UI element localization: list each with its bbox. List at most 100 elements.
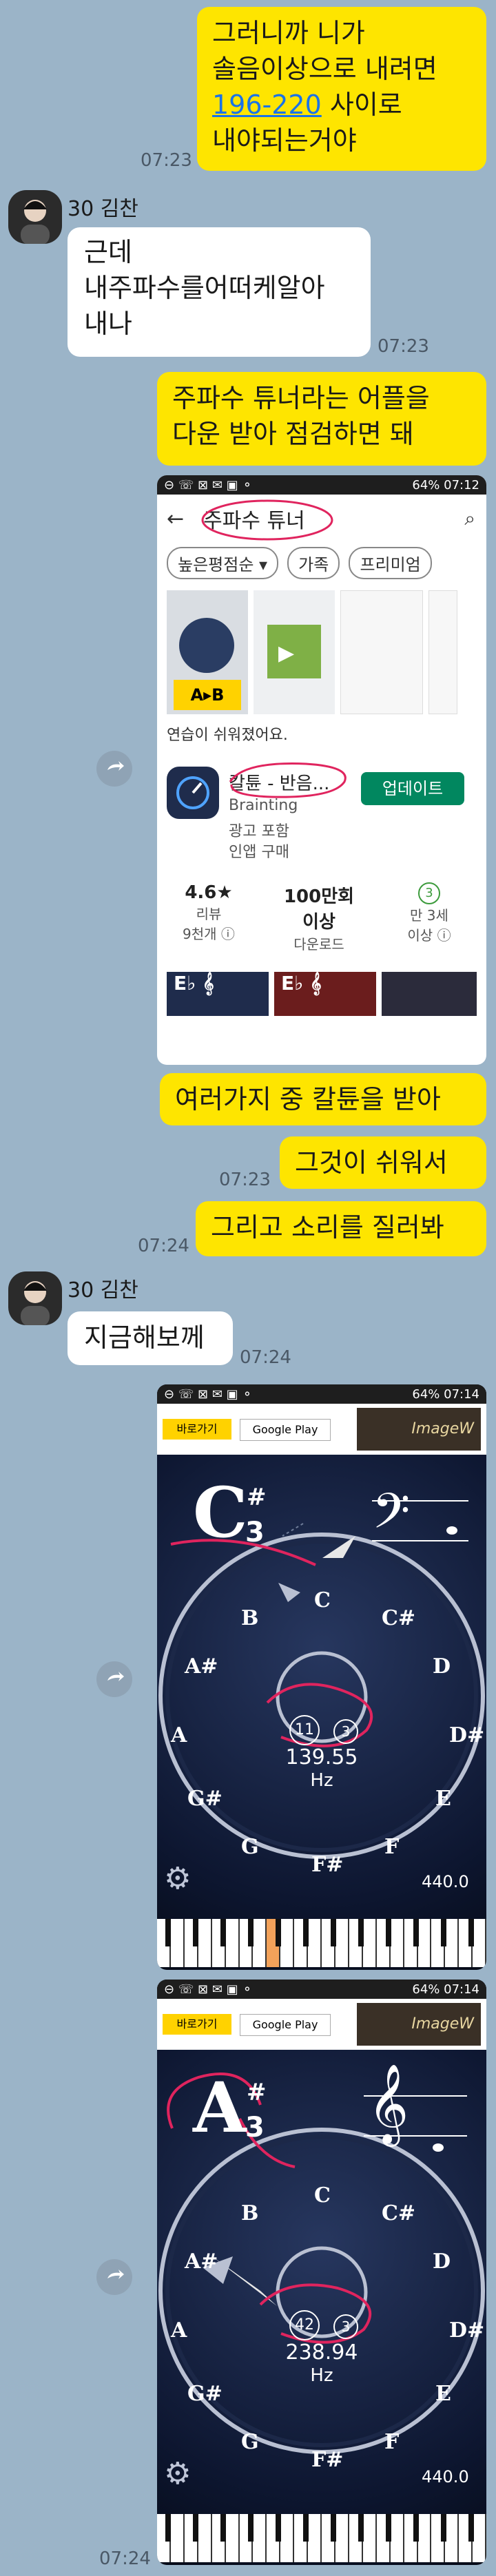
status-bar: ⊖ ☏ ⊠ ✉ ▣ ⚬ 64% 07:14	[157, 1384, 486, 1404]
note-sharp: #	[247, 1484, 267, 1511]
message-bubble-outgoing[interactable]: 그것이 쉬워서	[280, 1136, 486, 1189]
dial-label-d: D	[433, 1654, 451, 1679]
piano-black-keys	[157, 1919, 486, 1946]
message-text: 그것이 쉬워서	[295, 1147, 448, 1178]
dial-label-f-sharp: F#	[311, 1853, 344, 1877]
staff-lines	[372, 1500, 468, 1541]
dial-label-a-sharp: A#	[185, 1654, 218, 1679]
dial-label-c: C	[314, 2183, 331, 2208]
message-text-line: 196-220 사이로	[212, 87, 471, 123]
frequency-readout: 139.55	[285, 1745, 358, 1769]
notification-icons: ⊖ ☏ ⊠ ✉ ▣ ⚬	[164, 1386, 253, 1402]
preview-thumb: E♭ 𝄞	[274, 972, 376, 1016]
store-screenshot[interactable]: ⊖ ☏ ⊠ ✉ ▣ ⚬ 64% 07:12 ← 주파수 튜너 ⌕ 높은평점순 ▾…	[157, 475, 486, 1065]
share-button[interactable]	[96, 2259, 132, 2295]
message-text: 내주파수를어떠케알아	[84, 273, 325, 303]
status-right: 64% 07:12	[412, 477, 479, 492]
tuner-screenshot-2[interactable]: ⊖ ☏ ⊠ ✉ ▣ ⚬ 64% 07:14 바로가기 Google Play I…	[157, 1980, 486, 2565]
message-time: 07:24	[99, 2548, 151, 2569]
dial-label-f: F	[384, 1835, 400, 1859]
share-icon	[107, 2269, 124, 2279]
search-bar[interactable]: ← 주파수 튜너 ⌕	[157, 495, 486, 543]
dial-label-g-sharp: G#	[187, 2382, 223, 2406]
status-bar: ⊖ ☏ ⊠ ✉ ▣ ⚬ 64% 07:12	[157, 475, 486, 495]
staff-note	[433, 2143, 444, 2152]
reference-pitch[interactable]: 440.0	[422, 2467, 469, 2486]
message-bubble-outgoing[interactable]: 주파수 튜너라는 어플을 다운 받아 점검하면 돼	[157, 372, 486, 466]
dial-label-g: G	[241, 2430, 259, 2454]
ad-cta-button[interactable]: 바로가기	[163, 1419, 231, 1440]
status-bar: ⊖ ☏ ⊠ ✉ ▣ ⚬ 64% 07:14	[157, 1980, 486, 1999]
dial-label-d: D	[433, 2250, 451, 2274]
app-listing[interactable]: 칼튠 - 반음... Brainting 광고 포함 인앱 구매 업데이트	[157, 762, 486, 870]
screenshot-strip[interactable]: E♭ 𝄞 E♭ 𝄞	[157, 965, 486, 1016]
staff-lines	[364, 2095, 467, 2137]
download-label: 다운로드	[293, 936, 344, 953]
rating-value: 4.6★	[185, 882, 233, 903]
status-right: 64% 07:14	[412, 1386, 479, 1402]
ad-banner[interactable]: 바로가기 Google Play ImageW	[157, 1999, 486, 2050]
ad-store-badge[interactable]: Google Play	[240, 1419, 331, 1441]
cents-indicator: 11	[289, 1715, 320, 1745]
update-button[interactable]: 업데이트	[361, 772, 464, 805]
settings-gear-icon[interactable]: ⚙	[164, 2456, 191, 2491]
promo-image-sheet	[428, 590, 457, 714]
promo-image-video[interactable]: ▶	[254, 590, 335, 714]
message-bubble-incoming[interactable]: 근데 내주파수를어떠케알아 내나	[68, 227, 371, 357]
detected-note: C	[193, 1472, 248, 1553]
message-bubble-outgoing[interactable]: 여러가지 중 칼튠을 받아	[160, 1073, 486, 1125]
annotation-circle	[201, 499, 333, 541]
dial-label-g: G	[241, 1835, 259, 1859]
search-icon[interactable]: ⌕	[464, 507, 475, 530]
frequency-unit: Hz	[310, 1770, 333, 1791]
promo-carousel[interactable]: A▸B ▶	[157, 583, 486, 721]
piano-black-keys	[157, 2514, 486, 2542]
message-bubble-incoming[interactable]: 지금해보께	[68, 1311, 233, 1365]
message-time: 07:23	[219, 1170, 271, 1190]
cents-indicator: 42	[289, 2310, 320, 2340]
octave-badge: 3	[333, 1719, 358, 1744]
message-text: 다운 받아 점검하면 돼	[172, 419, 414, 449]
tuner-screenshot-1[interactable]: ⊖ ☏ ⊠ ✉ ▣ ⚬ 64% 07:14 바로가기 Google Play I…	[157, 1384, 486, 1970]
promo-image-tuner: A▸B	[167, 590, 248, 714]
ad-cta-button[interactable]: 바로가기	[163, 2014, 231, 2035]
share-button[interactable]	[96, 751, 132, 787]
filter-chip-rating[interactable]: 높은평점순 ▾	[167, 547, 279, 579]
status-right: 64% 07:14	[412, 1982, 479, 1997]
message-text: 그러니까 니가	[212, 18, 365, 48]
settings-gear-icon[interactable]: ⚙	[164, 1861, 191, 1896]
dial-label-g-sharp: G#	[187, 1787, 223, 1811]
meta-ads: 광고 포함	[229, 823, 289, 840]
dial-label-c-sharp: C#	[382, 2201, 416, 2225]
message-text: 내나	[84, 309, 132, 339]
dial-label-f: F	[384, 2430, 400, 2454]
frequency-link[interactable]: 196-220	[212, 90, 322, 120]
note-octave: 3	[245, 1517, 265, 1548]
app-icon[interactable]	[167, 767, 219, 819]
frequency-readout: 238.94	[285, 2340, 358, 2365]
message-text: 근데	[84, 237, 132, 267]
filter-chip-premium[interactable]: 프리미엄	[349, 547, 432, 579]
message-time: 07:24	[240, 1347, 291, 1368]
play-icon[interactable]: ▶	[278, 641, 294, 665]
sender-avatar[interactable]	[8, 1271, 62, 1325]
developer-name: Brainting	[229, 797, 298, 814]
sender-avatar[interactable]	[8, 190, 62, 244]
sender-name: 30 김찬	[68, 1278, 138, 1302]
back-arrow-icon[interactable]: ←	[167, 507, 184, 531]
filter-chip-family[interactable]: 가족	[287, 547, 340, 579]
ad-banner[interactable]: 바로가기 Google Play ImageW	[157, 1404, 486, 1455]
app-stats: 4.6★ 리뷰 9천개 ⓘ 100만회 이상 다운로드 3 만 3세 이상 ⓘ	[157, 882, 486, 965]
share-button[interactable]	[96, 1661, 132, 1697]
review-count: 9천개 ⓘ	[183, 926, 235, 942]
preview-thumb	[382, 972, 477, 1016]
age-label: 만 3세	[410, 907, 448, 924]
dial-label-e: E	[435, 2382, 451, 2406]
dial-label-b: B	[241, 1606, 259, 1630]
ad-store-badge[interactable]: Google Play	[240, 2014, 331, 2036]
reference-pitch[interactable]: 440.0	[422, 1872, 469, 1891]
message-bubble-outgoing[interactable]: 그러니까 니가 솔음이상으로 내려면 196-220 사이로 내야되는거야	[197, 7, 486, 171]
message-text: 내야되는거야	[212, 125, 357, 156]
preview-thumb: E♭ 𝄞	[167, 972, 269, 1016]
message-bubble-outgoing[interactable]: 그리고 소리를 질러봐	[196, 1201, 486, 1256]
